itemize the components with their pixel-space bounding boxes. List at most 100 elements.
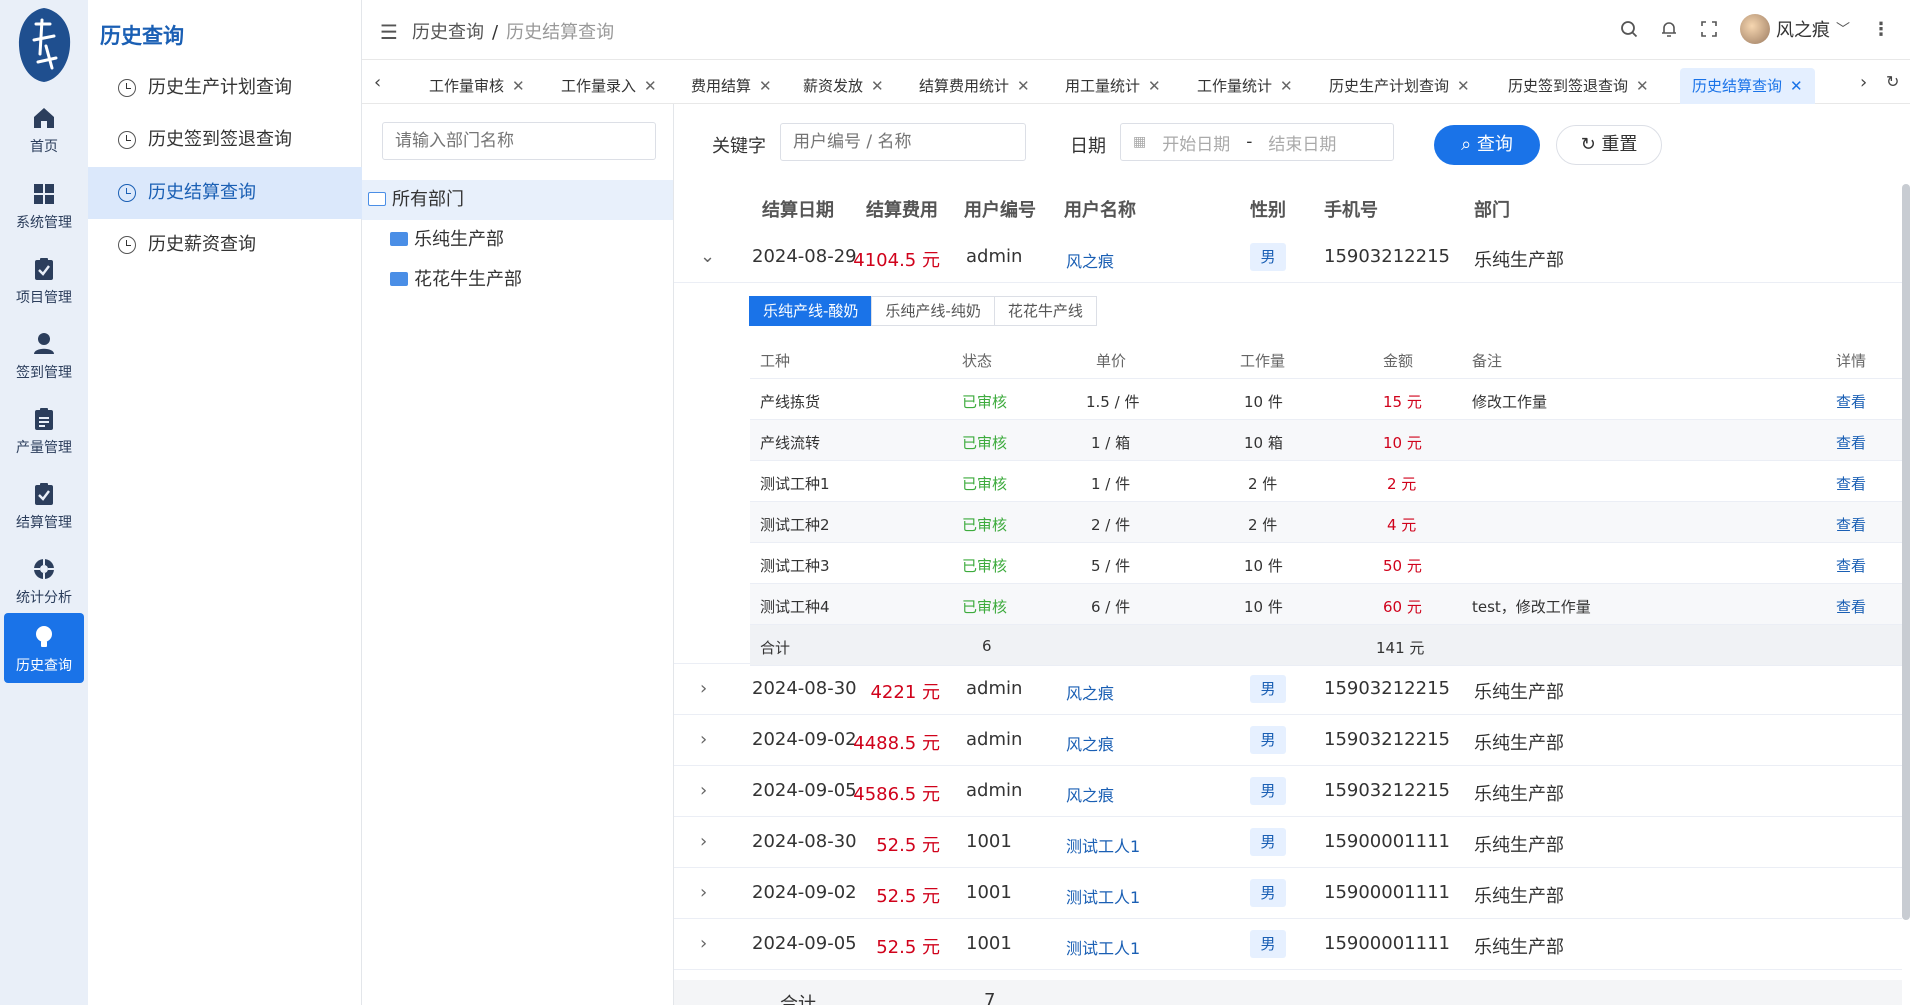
tab-line-yogurt[interactable]: 乐纯产线-酸奶 xyxy=(749,296,873,326)
date-range-picker[interactable]: ▦ 开始日期 - 结束日期 xyxy=(1120,123,1394,161)
tabs-prev-icon[interactable]: ‹ xyxy=(374,72,381,93)
table-row[interactable]: › 2024-09-02 4488.5 元 admin 风之痕 男 159032… xyxy=(674,715,1902,766)
tab-labor-stats[interactable]: 用工量统计 ✕ xyxy=(1053,68,1173,104)
view-link[interactable]: 查看 xyxy=(1836,473,1866,494)
cell-user-id: 1001 xyxy=(966,933,1012,954)
close-icon[interactable]: ✕ xyxy=(1148,77,1161,95)
sub-menu: 历史查询 历史生产计划查询 历史签到签退查询 历史结算查询 历史薪资查询 xyxy=(88,0,362,1005)
department-search-input[interactable] xyxy=(382,122,656,160)
cell-user-name[interactable]: 测试工人1 xyxy=(1066,884,1140,908)
cell-amount: 2 元 xyxy=(1387,475,1417,493)
table-scrollbar[interactable] xyxy=(1902,184,1910,920)
tab-workload-entry[interactable]: 工作量录入 ✕ xyxy=(549,68,669,104)
table-row[interactable]: › 2024-08-30 52.5 元 1001 测试工人1 男 1590000… xyxy=(674,817,1902,868)
chevron-right-icon[interactable]: › xyxy=(700,678,707,699)
view-link[interactable]: 查看 xyxy=(1836,514,1866,535)
tab-signin-history[interactable]: 历史签到签退查询 ✕ xyxy=(1496,68,1661,104)
cell-status: 已审核 xyxy=(962,393,1008,411)
rail-item-output[interactable]: 产量管理 xyxy=(4,395,84,465)
table-row[interactable]: › 2024-08-30 4221 元 admin 风之痕 男 15903212… xyxy=(674,664,1902,715)
cell-amount: 10 元 xyxy=(1383,434,1422,452)
tab-workload-review[interactable]: 工作量审核 ✕ xyxy=(417,68,537,104)
close-icon[interactable]: ✕ xyxy=(759,77,772,95)
rail-item-home[interactable]: 首页 xyxy=(4,94,84,164)
close-icon[interactable]: ✕ xyxy=(512,77,525,95)
sub-item-signin-history[interactable]: 历史签到签退查询 xyxy=(88,114,362,166)
search-icon[interactable] xyxy=(1620,20,1638,38)
chevron-right-icon[interactable]: › xyxy=(700,729,707,750)
table-row[interactable]: ⌄ 2024-08-29 4104.5 元 admin 风之痕 男 159032… xyxy=(674,232,1902,283)
cell-price: 2 / 件 xyxy=(1091,516,1131,534)
chevron-down-icon[interactable]: ⌄ xyxy=(700,246,715,267)
sub-item-settlement-history[interactable]: 历史结算查询 xyxy=(88,167,362,219)
table-row[interactable]: › 2024-09-02 52.5 元 1001 测试工人1 男 1590000… xyxy=(674,868,1902,919)
user-menu[interactable]: 风之痕 ﹀ xyxy=(1740,14,1850,44)
close-icon[interactable]: ✕ xyxy=(644,77,657,95)
tab-settlement-history[interactable]: 历史结算查询 ✕ xyxy=(1680,68,1815,104)
tree-node-dept[interactable]: 乐纯生产部 xyxy=(362,220,673,260)
cell-user-name[interactable]: 风之痕 xyxy=(1066,680,1114,704)
rail-item-stats[interactable]: 统计分析 xyxy=(4,545,84,615)
sub-item-label: 历史签到签退查询 xyxy=(148,129,292,150)
cell-phone: 15900001111 xyxy=(1324,831,1450,852)
fullscreen-icon[interactable] xyxy=(1700,20,1718,38)
keyword-input[interactable] xyxy=(780,123,1026,161)
chevron-right-icon[interactable]: › xyxy=(700,831,707,852)
tree-node-dept[interactable]: 花花牛生产部 xyxy=(362,260,673,300)
tab-plan-history[interactable]: 历史生产计划查询 ✕ xyxy=(1317,68,1482,104)
cell-dept: 乐纯生产部 xyxy=(1474,733,1564,754)
more-vertical-icon[interactable]: ⋮ xyxy=(1872,19,1890,40)
view-link[interactable]: 查看 xyxy=(1836,596,1866,617)
tree-node-all[interactable]: 所有部门 xyxy=(362,180,673,220)
bell-icon[interactable] xyxy=(1660,20,1678,38)
view-link[interactable]: 查看 xyxy=(1836,391,1866,412)
chevron-right-icon[interactable]: › xyxy=(700,882,707,903)
rail-item-label: 项目管理 xyxy=(16,290,72,306)
tab-fee-settlement[interactable]: 费用结算 ✕ xyxy=(679,68,784,104)
tab-settlement-stats[interactable]: 结算费用统计 ✕ xyxy=(907,68,1042,104)
column-header: 金额 xyxy=(1383,352,1414,370)
tab-salary-payout[interactable]: 薪资发放 ✕ xyxy=(791,68,896,104)
cell-phone: 15900001111 xyxy=(1324,882,1450,903)
chevron-right-icon[interactable]: › xyxy=(700,933,707,954)
rail-item-history[interactable]: 历史查询 xyxy=(4,613,84,683)
rail-item-signin[interactable]: 签到管理 xyxy=(4,320,84,390)
close-icon[interactable]: ✕ xyxy=(1280,77,1293,95)
search-button[interactable]: ⌕ 查询 xyxy=(1434,125,1540,165)
menu-toggle-icon[interactable]: ☰ xyxy=(380,20,398,44)
cell-user-name[interactable]: 风之痕 xyxy=(1066,782,1114,806)
tab-workload-stats[interactable]: 工作量统计 ✕ xyxy=(1185,68,1305,104)
table-row[interactable]: › 2024-09-05 52.5 元 1001 测试工人1 男 1590000… xyxy=(674,919,1902,970)
cell-user-name[interactable]: 测试工人1 xyxy=(1066,833,1140,857)
tree-node-label: 花花牛生产部 xyxy=(414,269,522,290)
cell-user-name[interactable]: 风之痕 xyxy=(1066,731,1114,755)
chevron-right-icon[interactable]: › xyxy=(700,780,707,801)
cell-user-name[interactable]: 测试工人1 xyxy=(1066,935,1140,959)
tabs-next-icon[interactable]: › xyxy=(1860,72,1867,93)
close-icon[interactable]: ✕ xyxy=(1457,77,1470,95)
tab-line-huahuaniu[interactable]: 花花牛产线 xyxy=(993,296,1097,326)
user-icon xyxy=(34,333,54,354)
calendar-icon: ▦ xyxy=(1133,134,1147,150)
sub-item-salary-history[interactable]: 历史薪资查询 xyxy=(88,219,362,271)
tab-line-milk[interactable]: 乐纯产线-纯奶 xyxy=(871,296,995,326)
tab-label: 工作量统计 xyxy=(1197,77,1273,95)
detail-row: 产线流转 已审核 1 / 箱 10 箱 10 元 查看 xyxy=(750,420,1902,461)
close-icon[interactable]: ✕ xyxy=(1017,77,1030,95)
reset-button[interactable]: ↻ 重置 xyxy=(1556,125,1662,165)
view-link[interactable]: 查看 xyxy=(1836,555,1866,576)
cell-user-name[interactable]: 风之痕 xyxy=(1066,248,1114,272)
app-logo xyxy=(18,8,71,82)
rail-item-system[interactable]: 系统管理 xyxy=(4,170,84,240)
close-icon[interactable]: ✕ xyxy=(1636,77,1649,95)
close-icon[interactable]: ✕ xyxy=(1790,77,1803,95)
table-row[interactable]: › 2024-09-05 4586.5 元 admin 风之痕 男 159032… xyxy=(674,766,1902,817)
refresh-icon[interactable]: ↻ xyxy=(1886,72,1899,91)
sub-item-plan-history[interactable]: 历史生产计划查询 xyxy=(88,62,362,114)
cell-status: 已审核 xyxy=(962,516,1008,534)
view-link[interactable]: 查看 xyxy=(1836,432,1866,453)
close-icon[interactable]: ✕ xyxy=(871,77,884,95)
breadcrumb-root[interactable]: 历史查询 xyxy=(412,22,484,43)
rail-item-project[interactable]: 项目管理 xyxy=(4,245,84,315)
rail-item-settlement[interactable]: 结算管理 xyxy=(4,470,84,540)
